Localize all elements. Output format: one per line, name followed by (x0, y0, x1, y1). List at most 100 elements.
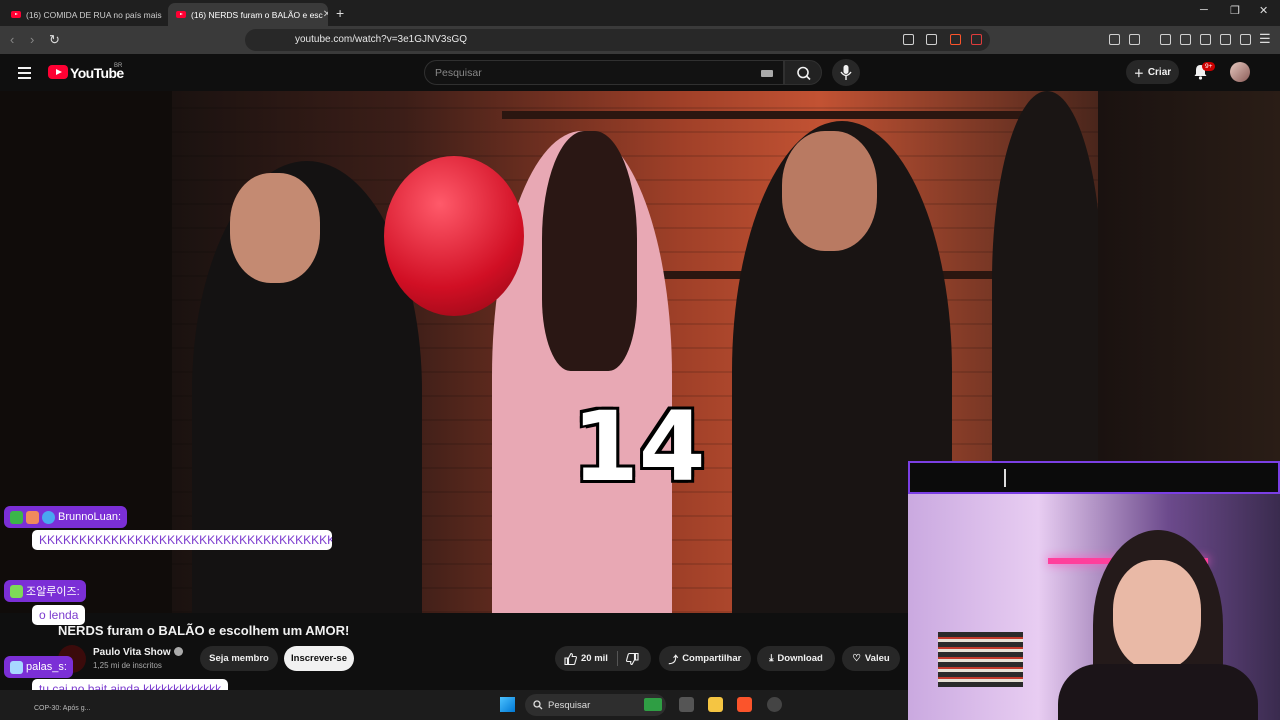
menu-icon[interactable]: ☰ (1259, 31, 1271, 47)
video-overlay-number: 14 (572, 391, 706, 503)
plus-icon: ＋ (1133, 68, 1144, 80)
webcam-feed (908, 494, 1280, 720)
chat-username-text: palas_s: (26, 661, 67, 673)
chat-username: 조알루이즈: (4, 580, 86, 602)
youtube-favicon-icon (11, 11, 21, 18)
streamer-face (1113, 560, 1201, 670)
minimize-icon[interactable]: ─ (1200, 4, 1208, 16)
bar-shelf (502, 111, 1042, 119)
country-code: BR (114, 63, 123, 69)
extensions-icon[interactable] (1109, 34, 1120, 45)
browser-tab-bar: (16) COMIDA DE RUA no país mais r (16) N… (0, 0, 1280, 26)
subscribe-label: Inscrever-se (291, 653, 347, 664)
emote-badge-icon (26, 510, 39, 524)
forward-icon[interactable]: › (30, 32, 34, 47)
notification-badge: 9+ (1202, 62, 1216, 71)
create-button[interactable]: ＋ Criar (1126, 60, 1179, 84)
chat-username-text: 조알루이즈: (26, 586, 80, 598)
cast-icon[interactable] (903, 34, 914, 45)
share-icon: ⤴ (668, 654, 679, 666)
windows-start-icon[interactable] (500, 697, 515, 712)
microphone-icon (840, 65, 852, 80)
search-input[interactable]: Pesquisar (424, 60, 784, 85)
sidebar-icon[interactable] (1180, 34, 1191, 45)
share-page-icon[interactable] (926, 34, 937, 45)
close-tab-icon[interactable]: ✕ (323, 9, 328, 20)
user-avatar[interactable] (1230, 62, 1250, 82)
person-center-hair (542, 131, 637, 371)
share-label: Compartilhar (682, 653, 742, 664)
thanks-button[interactable]: ♡ Valeu (842, 646, 900, 671)
new-tab-button[interactable]: + (336, 5, 344, 21)
brave-browser-icon[interactable] (737, 697, 752, 712)
person-right-face (782, 131, 877, 251)
chat-username: palas_s: (4, 656, 73, 678)
streamer-body (1058, 664, 1258, 720)
screenshot-icon[interactable] (1129, 34, 1140, 45)
thumbs-up-icon (564, 652, 577, 665)
youtube-logo-icon[interactable] (48, 65, 68, 79)
video-side-area (1098, 91, 1280, 461)
window-close-icon[interactable]: ✕ (1259, 4, 1268, 17)
taskbar-search-label: Pesquisar (548, 700, 591, 711)
red-balloon (384, 156, 524, 316)
thumbs-down-icon[interactable] (626, 652, 640, 666)
voice-search-button[interactable] (832, 59, 860, 86)
stream-text-input[interactable] (908, 461, 1280, 494)
like-divider (617, 651, 618, 666)
thanks-label: Valeu (864, 653, 890, 664)
subscriber-count: 1,25 mi de inscritos (93, 661, 162, 670)
verified-icon (173, 647, 183, 656)
url-field[interactable]: youtube.com/watch?v=3e1GJNV3sGQ (245, 29, 990, 51)
verified-badge-icon (42, 510, 55, 524)
search-button[interactable] (784, 60, 822, 85)
maximize-icon[interactable]: ❐ (1230, 4, 1240, 17)
tab-title: (16) NERDS furam o BALÃO e esc (191, 9, 323, 20)
chat-username-text: BrunnoLuan: (58, 511, 121, 523)
download-button[interactable]: ⤓ Download (757, 646, 835, 671)
download-icon: ⤓ (769, 653, 774, 664)
brave-shields-icon[interactable] (950, 34, 961, 45)
youtube-favicon-icon (176, 11, 186, 18)
create-label: Criar (1147, 66, 1172, 78)
browser-tab[interactable]: (16) COMIDA DE RUA no país mais r (3, 3, 163, 26)
download-label: Download (777, 653, 823, 664)
file-explorer-icon[interactable] (708, 697, 723, 712)
reload-icon[interactable]: ↻ (49, 32, 60, 48)
channel-name[interactable]: Paulo Vita Show (93, 647, 183, 658)
person-left-face (230, 173, 320, 283)
obs-icon[interactable] (767, 697, 782, 712)
brave-rewards-icon[interactable] (971, 34, 982, 45)
thanks-icon: ♡ (852, 653, 861, 664)
subscribe-button[interactable]: Inscrever-se (284, 646, 354, 671)
search-icon (533, 700, 543, 710)
browser-tab-active[interactable]: (16) NERDS furam o BALÃO e esc ✕ (168, 3, 328, 26)
media-icon[interactable] (1160, 34, 1171, 45)
search-icon (797, 66, 811, 81)
text-caret (1004, 469, 1006, 487)
windows-taskbar: COP-30: Após g... Pesquisar (0, 690, 908, 720)
youtube-header: YouTube BR Pesquisar ＋ Criar 9+ (0, 54, 1280, 91)
task-view-icon[interactable] (679, 697, 694, 712)
leo-ai-icon[interactable] (1220, 34, 1231, 45)
keyboard-icon[interactable] (761, 70, 773, 77)
channel-name-text: Paulo Vita Show (93, 647, 171, 658)
video-title: NERDS furam o BALÃO e escolhem um AMOR! (58, 623, 350, 638)
hamburger-menu-icon[interactable] (18, 67, 31, 82)
url-text: youtube.com/watch?v=3e1GJNV3sGQ (295, 34, 468, 45)
taskbar-search[interactable]: Pesquisar (525, 694, 666, 716)
like-count: 20 mil (581, 653, 608, 664)
screen: (16) COMIDA DE RUA no país mais r (16) N… (0, 0, 1280, 720)
chat-username: BrunnoLuan: (4, 506, 127, 528)
wallet-icon[interactable] (1200, 34, 1211, 45)
share-button[interactable]: ⤴ Compartilhar (659, 646, 751, 671)
sword-badge-icon (10, 660, 23, 674)
address-bar: ‹ › ↻ ⚐ youtube.com/watch?v=3e1GJNV3sGQ … (0, 26, 1280, 54)
vpn-icon[interactable] (1240, 34, 1251, 45)
sword-badge-icon (10, 510, 23, 524)
news-widget[interactable]: COP-30: Após g... (34, 705, 90, 712)
book-stack (938, 632, 1023, 687)
brazil-flag-icon (644, 698, 662, 711)
join-button[interactable]: Seja membro (200, 646, 278, 671)
back-icon[interactable]: ‹ (10, 32, 14, 47)
